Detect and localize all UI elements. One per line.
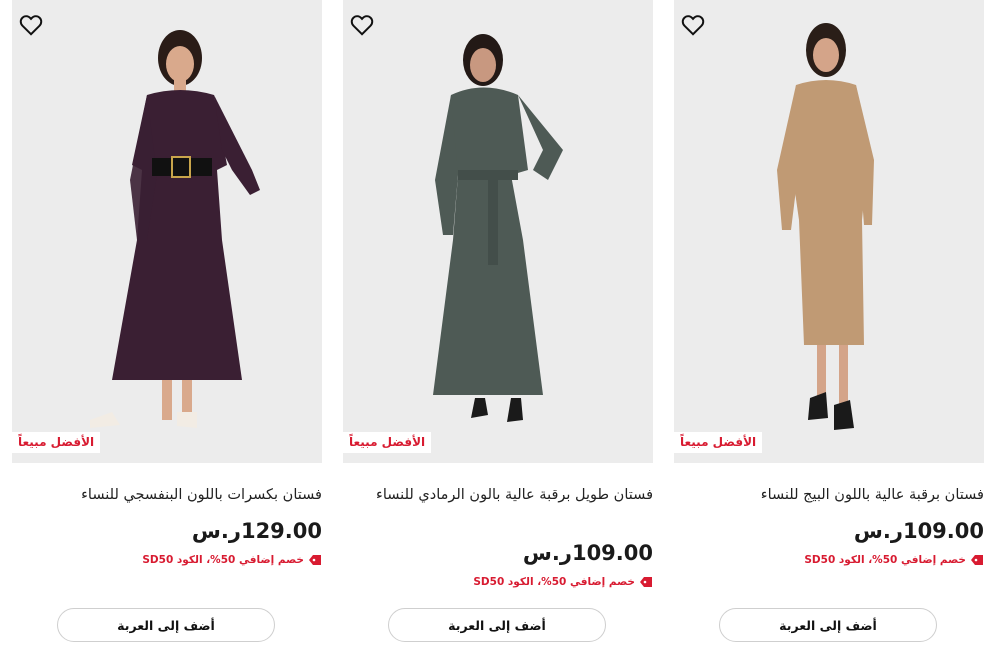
product-image[interactable]: الأفضل مبيعاً [12,0,322,463]
heart-icon[interactable] [680,12,706,38]
currency-label: ر.س [853,519,903,543]
add-to-cart-button[interactable]: أضف إلى العربة [388,608,606,642]
promo-label: خصم إضافي 50%، الكود SD50 [804,554,966,566]
promo-text: خصم إضافي 50%، الكود SD50 [804,554,984,566]
product-price: 109.00ر.س [513,541,653,565]
add-to-cart-button[interactable]: أضف إلى العربة [57,608,275,642]
product-title[interactable]: فستان برقبة عالية باللون البيج للنساء [684,484,984,507]
product-card[interactable]: الأفضل مبيعاً فستان برقبة عالية باللون ا… [674,0,984,661]
heart-icon[interactable] [18,12,44,38]
product-price: 109.00ر.س [844,519,984,543]
tag-icon [309,555,321,565]
tag-icon [971,555,983,565]
dress-model-image [90,30,260,428]
dress-model-image [433,34,563,422]
product-image[interactable]: الأفضل مبيعاً [343,0,653,463]
best-seller-badge: الأفضل مبيعاً [674,432,763,453]
promo-label: خصم إضافي 50%، الكود SD50 [142,554,304,566]
heart-icon[interactable] [349,12,375,38]
best-seller-badge: الأفضل مبيعاً [343,432,432,453]
product-card[interactable]: الأفضل مبيعاً فستان بكسرات باللون البنفس… [12,0,322,661]
product-image[interactable]: الأفضل مبيعاً [674,0,984,463]
price-amount: 109.00 [902,519,984,543]
promo-text: خصم إضافي 50%، الكود SD50 [142,554,322,566]
add-to-cart-button[interactable]: أضف إلى العربة [719,608,937,642]
product-title[interactable]: فستان بكسرات باللون البنفسجي للنساء [22,484,322,507]
product-price: 129.00ر.س [182,519,322,543]
tag-icon [640,577,652,587]
currency-label: ر.س [191,519,241,543]
price-amount: 129.00 [240,519,322,543]
currency-label: ر.س [522,541,572,565]
promo-label: خصم إضافي 50%، الكود SD50 [473,576,635,588]
dress-model-image [777,23,874,430]
product-title[interactable]: فستان طويل برقبة عالية بالون الرمادي للن… [353,484,653,507]
best-seller-badge: الأفضل مبيعاً [12,432,101,453]
promo-text: خصم إضافي 50%، الكود SD50 [473,576,653,588]
product-card[interactable]: الأفضل مبيعاً فستان طويل برقبة عالية بال… [343,0,653,661]
price-amount: 109.00 [571,541,653,565]
